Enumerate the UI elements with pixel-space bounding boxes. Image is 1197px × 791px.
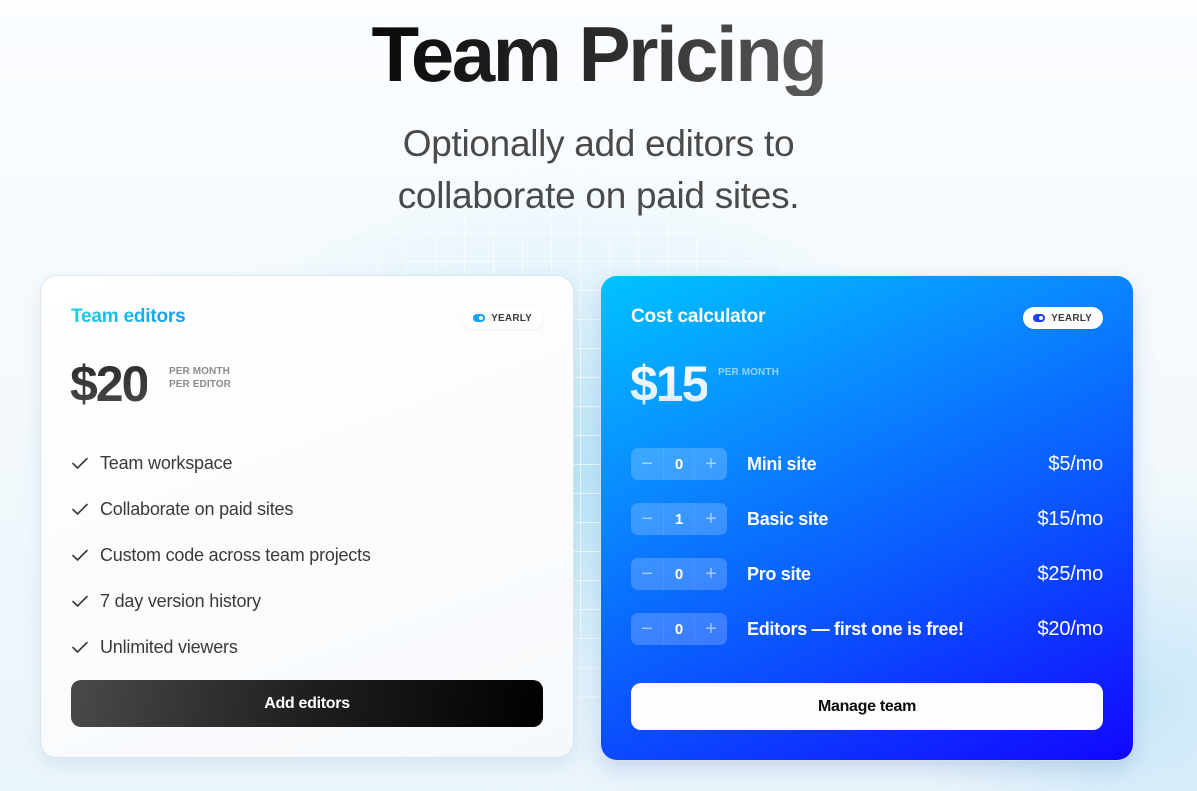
check-icon [71, 591, 91, 611]
increment-button[interactable]: + [695, 448, 727, 480]
quantity-stepper: − 1 + [631, 503, 727, 535]
item-price: $5/mo [1048, 452, 1103, 475]
price-note: PER MONTH [718, 367, 779, 378]
billing-toggle[interactable]: YEARLY [1023, 307, 1103, 329]
feature-item: Team workspace [71, 440, 371, 486]
cost-calculator-card: Cost calculator YEARLY $15 PER MONTH − 0… [601, 276, 1133, 760]
decrement-button[interactable]: − [631, 503, 663, 535]
item-label: Pro site [747, 563, 811, 584]
add-editors-button[interactable]: Add editors [71, 680, 543, 727]
item-label: Mini site [747, 453, 817, 474]
feature-label: Custom code across team projects [100, 544, 371, 565]
item-price: $20/mo [1037, 617, 1103, 640]
billing-toggle-label: YEARLY [1051, 312, 1092, 324]
calc-row-editors: − 0 + Editors — first one is free! $20/m… [631, 613, 1103, 645]
quantity-value: 0 [663, 448, 695, 480]
total-price: $15 [630, 356, 709, 412]
item-price: $25/mo [1037, 562, 1103, 585]
decrement-button[interactable]: − [631, 613, 663, 645]
feature-label: Unlimited viewers [100, 636, 238, 657]
quantity-value: 0 [663, 558, 695, 590]
billing-toggle-label: YEARLY [491, 312, 532, 324]
manage-team-button[interactable]: Manage team [631, 683, 1103, 730]
check-icon [71, 499, 91, 519]
feature-item: Custom code across team projects [71, 532, 371, 578]
item-label: Basic site [747, 508, 829, 529]
calc-row-basic-site: − 1 + Basic site $15/mo [631, 503, 1103, 535]
price-note-line: PER EDITOR [169, 379, 231, 390]
feature-item: 7 day version history [71, 578, 371, 624]
calc-row-pro-site: − 0 + Pro site $25/mo [631, 558, 1103, 590]
card-title: Team editors [71, 306, 186, 327]
team-editors-card: Team editors YEARLY $20 PER MONTH PER ED… [41, 276, 573, 757]
item-price: $15/mo [1037, 507, 1103, 530]
decrement-button[interactable]: − [631, 558, 663, 590]
feature-label: 7 day version history [100, 590, 261, 611]
feature-label: Collaborate on paid sites [100, 498, 294, 519]
feature-list: Team workspace Collaborate on paid sites… [71, 440, 371, 670]
increment-button[interactable]: + [695, 558, 727, 590]
price: $20 [70, 356, 149, 412]
page-subtitle: Optionally add editors to collaborate on… [397, 123, 800, 216]
check-icon [71, 545, 91, 565]
card-title: Cost calculator [631, 306, 766, 327]
check-icon [71, 637, 91, 657]
feature-item: Unlimited viewers [71, 624, 371, 670]
quantity-value: 0 [663, 613, 695, 645]
toggle-switch-icon [1033, 314, 1046, 322]
quantity-stepper: − 0 + [631, 448, 727, 480]
increment-button[interactable]: + [695, 613, 727, 645]
quantity-stepper: − 0 + [631, 558, 727, 590]
increment-button[interactable]: + [695, 503, 727, 535]
quantity-stepper: − 0 + [631, 613, 727, 645]
check-icon [71, 453, 91, 473]
quantity-value: 1 [663, 503, 695, 535]
decrement-button[interactable]: − [631, 448, 663, 480]
toggle-switch-icon [473, 314, 486, 322]
feature-item: Collaborate on paid sites [71, 486, 371, 532]
feature-label: Team workspace [100, 452, 233, 473]
hero: Team Pricing Optionally add editors to c… [0, 0, 1197, 222]
calc-row-mini-site: − 0 + Mini site $5/mo [631, 448, 1103, 480]
price-note: PER MONTH PER EDITOR [169, 365, 231, 391]
billing-toggle[interactable]: YEARLY [463, 307, 543, 329]
price-note-line: PER MONTH [169, 366, 230, 377]
item-label: Editors — first one is free! [747, 618, 964, 639]
page-title: Team Pricing [371, 10, 828, 98]
